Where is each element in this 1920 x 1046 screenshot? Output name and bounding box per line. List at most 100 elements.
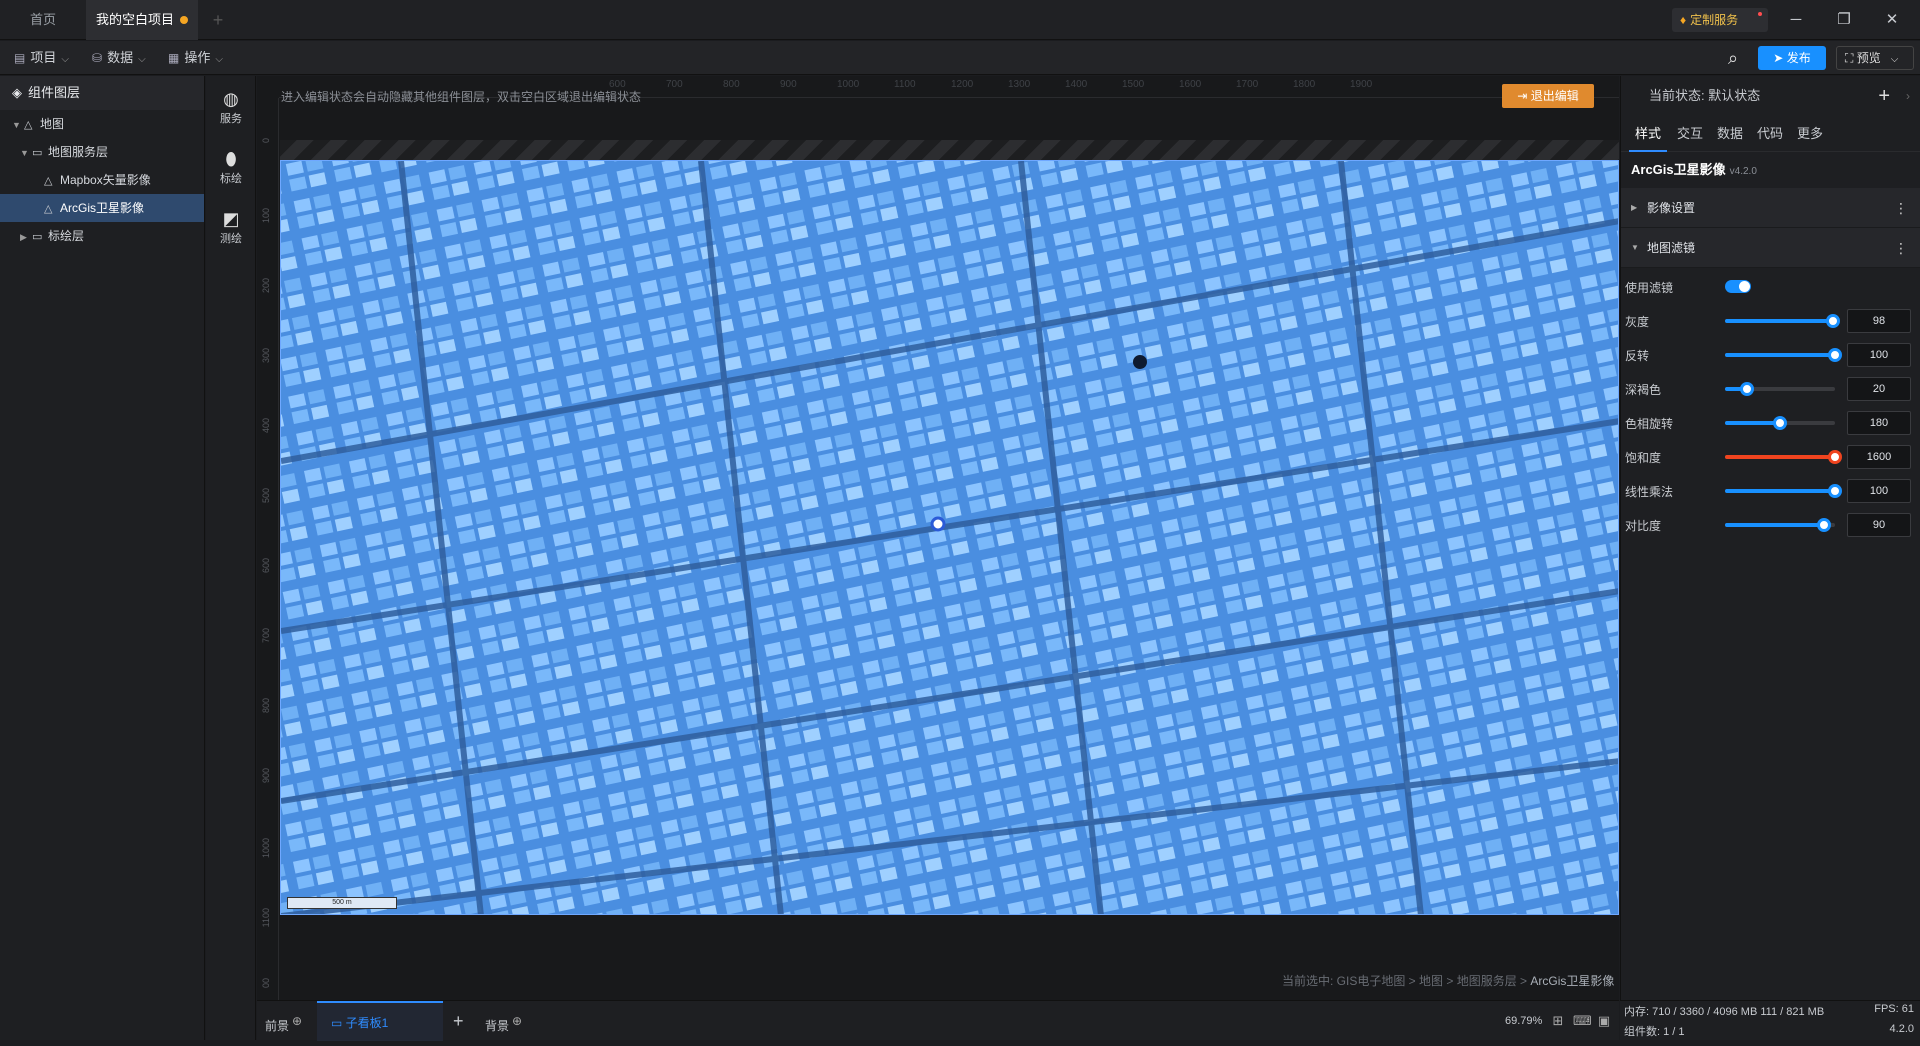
rail-survey[interactable]: ◩ 测绘 bbox=[206, 208, 256, 246]
btab-child-label: 子看板1 bbox=[345, 1016, 389, 1030]
grid-icon: ▦ bbox=[168, 51, 180, 65]
slider-fill bbox=[1725, 489, 1835, 493]
tab-home[interactable]: 首页 bbox=[0, 0, 86, 40]
slider-knob[interactable] bbox=[1828, 348, 1842, 362]
menu-project[interactable]: ▤ 项目 ⌵ bbox=[14, 41, 69, 75]
panel-tabs: 样式 交互 数据 代码 更多 bbox=[1621, 116, 1920, 152]
ruler-left-tick: 900 bbox=[261, 768, 271, 784]
drag-handle-area[interactable] bbox=[280, 140, 1619, 160]
slider-knob[interactable] bbox=[1817, 518, 1831, 532]
keyboard-icon[interactable]: ⌨ bbox=[1573, 1013, 1592, 1029]
filter-slider[interactable] bbox=[1725, 382, 1835, 396]
ruler-icon: ◩ bbox=[222, 209, 240, 229]
tab-more[interactable]: 更多 bbox=[1797, 116, 1823, 152]
tree-item-mapbox[interactable]: △ Mapbox矢量影像 bbox=[0, 166, 204, 194]
ruler-left-tick: 100 bbox=[261, 208, 271, 224]
exit-edit-button[interactable]: ⇥ 退出编辑 bbox=[1502, 84, 1594, 108]
filter-control-label: 深褐色 bbox=[1625, 383, 1662, 397]
chevron-down-icon: ⌵ bbox=[61, 54, 69, 65]
fit-screen-icon[interactable]: ⊞ bbox=[1550, 1013, 1566, 1029]
satellite-map[interactable]: 500 m bbox=[280, 160, 1619, 915]
fullscreen-icon: ⛶ bbox=[1845, 51, 1857, 65]
filter-value-input[interactable]: 98 bbox=[1847, 309, 1911, 333]
caret-right-icon: ▶ bbox=[1631, 203, 1638, 212]
rail-service[interactable]: ◍ 服务 bbox=[206, 88, 256, 126]
more-vertical-icon[interactable]: ⋮ bbox=[1894, 188, 1908, 228]
tab-project[interactable]: 我的空白项目 bbox=[86, 0, 198, 40]
add-board-button[interactable]: + bbox=[453, 1001, 464, 1041]
section-label: 影像设置 bbox=[1647, 201, 1696, 215]
add-circle-icon: ⊕ bbox=[292, 1014, 303, 1028]
slider-knob[interactable] bbox=[1740, 382, 1754, 396]
tree-item-label: 标绘层 bbox=[48, 229, 85, 243]
tab-data[interactable]: 数据 bbox=[1717, 116, 1743, 152]
filter-controls: 使用滤镜 灰度 98 反转 100 深褐色 20 色相旋转 180 饱和度 1600 线性乘法 100… bbox=[1621, 268, 1920, 537]
filter-slider[interactable] bbox=[1725, 416, 1835, 430]
restore-button[interactable]: ❐ bbox=[1824, 0, 1864, 40]
section-label: 地图滤镜 bbox=[1647, 241, 1696, 255]
filter-slider[interactable] bbox=[1725, 518, 1835, 532]
ruler-top-tick: 1000 bbox=[837, 79, 860, 90]
chevron-right-icon[interactable]: › bbox=[1906, 76, 1910, 116]
tab-interaction[interactable]: 交互 bbox=[1677, 116, 1703, 152]
component-title: ArcGis卫星影像 v4.2.0 bbox=[1621, 152, 1920, 188]
search-button[interactable]: ⌕ bbox=[1720, 45, 1746, 71]
minimize-button[interactable]: ─ bbox=[1776, 0, 1816, 40]
filter-value-input[interactable]: 100 bbox=[1847, 343, 1911, 367]
btab-foreground[interactable]: 前景 ⊕ bbox=[265, 1001, 302, 1041]
slider-knob[interactable] bbox=[1828, 450, 1842, 464]
title-bar: 首页 我的空白项目 + ♦ 定制服务 ─ ❐ ✕ bbox=[0, 0, 1920, 40]
state-row: 当前状态: 默认状态 + › bbox=[1621, 76, 1920, 116]
filter-slider[interactable] bbox=[1725, 450, 1842, 464]
slider-knob[interactable] bbox=[1825, 314, 1840, 328]
terminal-icon[interactable]: ▣ bbox=[1596, 1013, 1612, 1029]
ruler-left-tick: 00 bbox=[261, 978, 271, 989]
slider-fill bbox=[1725, 319, 1833, 323]
more-vertical-icon[interactable]: ⋮ bbox=[1894, 228, 1908, 268]
filter-control-row: 灰度 98 bbox=[1621, 304, 1920, 338]
close-button[interactable]: ✕ bbox=[1872, 0, 1912, 40]
tree-item-plot[interactable]: ▶ ▭ 标绘层 bbox=[0, 222, 204, 250]
menu-operate[interactable]: ▦ 操作 ⌵ bbox=[168, 41, 223, 75]
slider-knob[interactable] bbox=[1828, 484, 1842, 498]
tree-item-map-service[interactable]: ▼ ▭ 地图服务层 bbox=[0, 138, 204, 166]
menu-project-label: 项目 bbox=[30, 50, 57, 65]
filter-control-label: 饱和度 bbox=[1625, 451, 1662, 465]
preview-button[interactable]: ⛶ 预览 ⌵ bbox=[1836, 46, 1914, 70]
filter-value-input[interactable]: 180 bbox=[1847, 411, 1911, 435]
tree-item-label: 地图服务层 bbox=[48, 145, 109, 159]
filter-control-row: 对比度 90 bbox=[1621, 508, 1920, 542]
btab-child-board[interactable]: ▭ 子看板1 bbox=[317, 1001, 443, 1041]
slider-fill bbox=[1725, 353, 1835, 357]
database-icon: ⛁ bbox=[92, 51, 103, 65]
tab-code[interactable]: 代码 bbox=[1757, 116, 1783, 152]
publish-button[interactable]: ➤ 发布 bbox=[1758, 46, 1826, 70]
filter-value-input[interactable]: 100 bbox=[1847, 479, 1911, 503]
filter-slider[interactable] bbox=[1725, 348, 1842, 362]
rail-plot[interactable]: ⬮ 标绘 bbox=[206, 148, 256, 186]
tab-style[interactable]: 样式 bbox=[1629, 116, 1667, 152]
btab-background[interactable]: 背景 ⊕ bbox=[485, 1001, 522, 1041]
ruler-top-tick: 700 bbox=[666, 79, 683, 90]
tree-item-label: ArcGis卫星影像 bbox=[60, 201, 145, 215]
filter-value-input[interactable]: 1600 bbox=[1847, 445, 1911, 469]
filter-value-input[interactable]: 90 bbox=[1847, 513, 1911, 537]
add-tab-button[interactable]: + bbox=[206, 0, 230, 40]
ruler-top-tick: 1500 bbox=[1122, 79, 1145, 90]
add-state-button[interactable]: + bbox=[1878, 76, 1890, 116]
filter-value-input[interactable]: 20 bbox=[1847, 377, 1911, 401]
filter-slider[interactable] bbox=[1725, 314, 1840, 328]
section-image-settings[interactable]: ▶ 影像设置 ⋮ bbox=[1621, 188, 1920, 228]
slider-knob[interactable] bbox=[1773, 416, 1787, 430]
globe-icon: ◍ bbox=[223, 89, 239, 109]
filter-toggle[interactable] bbox=[1725, 280, 1751, 293]
section-map-filter[interactable]: ▼ 地图滤镜 ⋮ bbox=[1621, 228, 1920, 268]
ruler-top-tick: 800 bbox=[723, 79, 740, 90]
zoom-level[interactable]: 69.79% bbox=[1505, 1001, 1542, 1041]
menu-data[interactable]: ⛁ 数据 ⌵ bbox=[92, 41, 146, 75]
tree-item-map[interactable]: ▼ △ 地图 bbox=[0, 110, 204, 138]
custom-service-button[interactable]: ♦ 定制服务 bbox=[1672, 8, 1768, 32]
filter-slider[interactable] bbox=[1725, 484, 1842, 498]
tree-item-arcgis[interactable]: △ ArcGis卫星影像 bbox=[0, 194, 204, 222]
ruler-top-tick: 1200 bbox=[951, 79, 974, 90]
